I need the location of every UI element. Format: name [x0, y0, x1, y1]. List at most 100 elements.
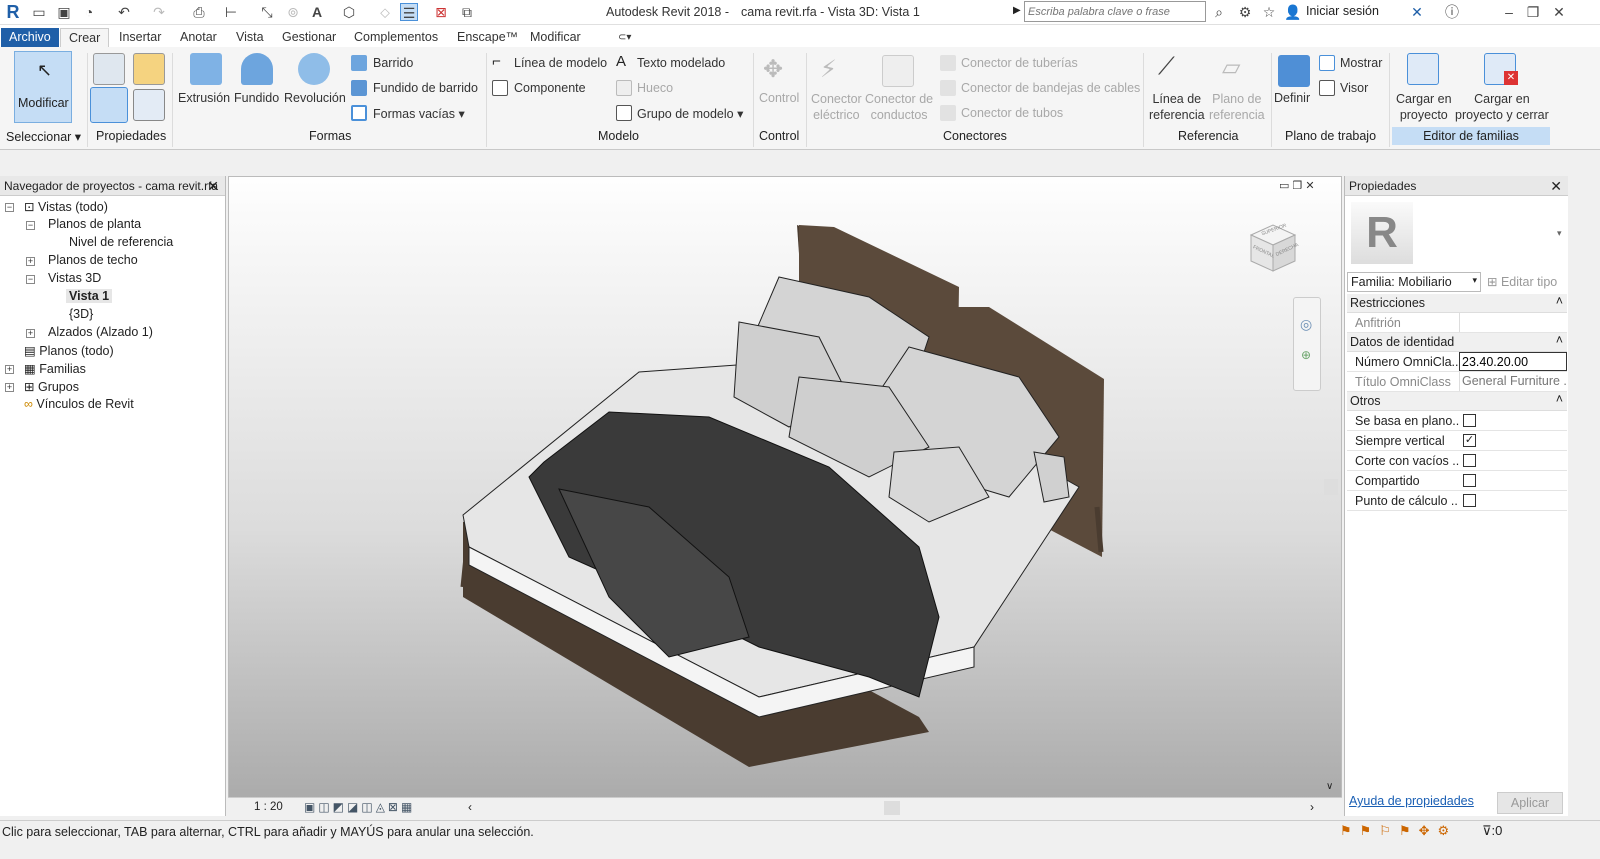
prop-omniclass-title[interactable]: Título OmniClass General Furniture ... — [1347, 372, 1567, 392]
tree-item-groups[interactable]: ⊞ Grupos — [24, 379, 79, 394]
exchange-icon[interactable]: ✕ — [1408, 3, 1426, 21]
tab-addins[interactable]: Complementos — [346, 28, 446, 47]
collapse-icon[interactable]: − — [26, 221, 35, 230]
expand-icon[interactable]: + — [26, 257, 35, 266]
scrollbar-thumb[interactable] — [1324, 479, 1338, 495]
tree-item-3d-views[interactable]: Vistas 3D — [48, 271, 101, 285]
save-icon[interactable]: ▣ — [55, 3, 73, 21]
navigation-bar[interactable]: ◎ ⊕ — [1293, 297, 1321, 391]
show-button[interactable]: Mostrar — [1340, 56, 1382, 70]
conduit-connector-button[interactable]: Conector de tubos — [961, 106, 1063, 120]
restore-icon[interactable]: ❐ — [1524, 3, 1542, 21]
properties-help-link[interactable]: Ayuda de propiedades — [1349, 794, 1474, 808]
type-properties-icon[interactable] — [133, 89, 165, 121]
revit-logo-icon[interactable]: R — [4, 3, 22, 21]
tab-create[interactable]: Crear — [60, 28, 110, 47]
prop-calculation-point[interactable]: Punto de cálculo ... — [1347, 491, 1567, 511]
selection-toggle-icons[interactable]: ⚑⚑⚐⚑✥⚙ — [1340, 823, 1457, 839]
show-icon[interactable] — [1319, 55, 1335, 71]
close-icon[interactable]: ✕ — [1550, 176, 1562, 196]
3d-view-icon[interactable]: ⬡ — [340, 3, 358, 21]
tray-connector-button[interactable]: Conector de bandejas de cables — [961, 81, 1140, 95]
prop-always-vertical[interactable]: Siempre vertical ✓ — [1347, 431, 1567, 451]
scale-label[interactable]: 1 : 20 — [254, 801, 283, 813]
signin-link[interactable]: Iniciar sesión — [1306, 4, 1379, 18]
control-icon[interactable]: ✥ — [763, 55, 783, 84]
undo-icon[interactable]: ↶ — [115, 3, 133, 21]
close-hidden-icon[interactable]: ⊠ — [432, 3, 450, 21]
tree-item-ceiling-plans[interactable]: Planos de techo — [48, 253, 138, 267]
scroll-down-icon[interactable]: ∨ — [1326, 781, 1333, 792]
scroll-right-icon[interactable]: › — [1310, 800, 1314, 814]
model-text-icon[interactable]: A — [616, 53, 626, 70]
tab-modify[interactable]: Modificar — [522, 28, 589, 47]
open-icon[interactable]: ▭ — [30, 3, 48, 21]
edit-type-button[interactable]: ⊞ Editar tipo — [1487, 274, 1557, 289]
reference-plane-button[interactable]: Plano de referencia — [1209, 91, 1265, 123]
h-scrollbar-thumb[interactable] — [884, 801, 900, 815]
tree-item-ref-level[interactable]: Nivel de referencia — [69, 235, 173, 249]
tree-item-3d[interactable]: {3D} — [69, 307, 93, 321]
family-types-icon[interactable] — [93, 53, 125, 85]
help-icon[interactable]: ⓘ — [1443, 3, 1461, 21]
sweep-icon[interactable] — [351, 55, 367, 71]
extrusion-button[interactable]: Extrusión — [178, 91, 230, 105]
reference-plane-icon[interactable]: ▱ — [1222, 53, 1240, 82]
tree-item-view-1[interactable]: Vista 1 — [66, 289, 113, 303]
set-workplane-icon[interactable] — [1278, 55, 1310, 87]
load-and-close-button[interactable]: Cargar en proyecto y cerrar — [1455, 91, 1549, 123]
minimize-icon[interactable]: – — [1500, 3, 1518, 21]
subscription-icon[interactable]: ⚙ — [1236, 3, 1254, 21]
opening-button[interactable]: Hueco — [637, 81, 673, 95]
prop-omniclass-number[interactable]: Número OmniCla... 23.40.20.00 — [1347, 352, 1567, 372]
tab-file[interactable]: Archivo — [1, 28, 59, 47]
swept-blend-icon[interactable] — [351, 80, 367, 96]
conduit-connector-icon[interactable] — [940, 105, 956, 121]
revolve-button[interactable]: Revolución — [284, 91, 346, 105]
extrusion-icon[interactable] — [190, 53, 222, 85]
viewer-icon[interactable] — [1319, 80, 1335, 96]
load-into-project-icon[interactable] — [1407, 53, 1439, 85]
expand-icon[interactable]: + — [5, 383, 14, 392]
user-icon[interactable]: 👤 — [1284, 3, 1302, 21]
scroll-left-icon[interactable]: ‹ — [468, 800, 472, 814]
redo-icon[interactable]: ↷ — [150, 3, 168, 21]
search-expand-icon[interactable]: ▶ — [1013, 5, 1021, 16]
bed-model[interactable] — [229, 177, 1341, 797]
duct-connector-button[interactable]: Conector de conductos — [865, 91, 933, 123]
switch-windows-icon[interactable]: ⧉ — [458, 3, 476, 21]
void-forms-icon[interactable] — [351, 105, 367, 121]
collapse-icon[interactable]: − — [26, 275, 35, 284]
electrical-connector-icon[interactable]: ⚡ — [820, 55, 837, 84]
tray-connector-icon[interactable] — [940, 80, 956, 96]
prop-cut-with-voids[interactable]: Corte con vacíos ... — [1347, 451, 1567, 471]
tree-item-revit-links[interactable]: ∞ Vínculos de Revit — [24, 397, 134, 411]
void-forms-button[interactable]: Formas vacías ▾ — [373, 106, 465, 121]
electrical-connector-button[interactable]: Conector eléctrico — [811, 91, 862, 123]
tab-view[interactable]: Vista — [228, 28, 272, 47]
load-into-project-button[interactable]: Cargar en proyecto — [1396, 91, 1452, 123]
viewcube[interactable]: SUPERIOR FRONTAL DERECHA — [1245, 221, 1301, 279]
close-window-icon[interactable]: ✕ — [1550, 3, 1568, 21]
duct-connector-icon[interactable] — [882, 55, 914, 87]
sync-icon[interactable]: ◔ — [80, 3, 98, 21]
revolve-icon[interactable] — [298, 53, 330, 85]
prop-shared[interactable]: Compartido — [1347, 471, 1567, 491]
checkbox[interactable] — [1463, 414, 1476, 427]
view-display-icons[interactable]: ▣◫◩◪◫◬⊠▦ — [304, 800, 415, 814]
favorites-icon[interactable]: ☆ — [1260, 3, 1278, 21]
family-category-icon[interactable] — [133, 53, 165, 85]
reference-line-icon[interactable]: ⟋ — [1158, 53, 1175, 81]
reference-line-button[interactable]: Línea de referencia — [1149, 91, 1205, 123]
control-button[interactable]: Control — [759, 91, 799, 105]
tree-item-views[interactable]: ⊡ Vistas (todo) — [24, 199, 108, 214]
component-icon[interactable] — [492, 80, 508, 96]
zoom-icon[interactable]: ⊕ — [1301, 348, 1311, 362]
prop-work-plane-based[interactable]: Se basa en plano... — [1347, 411, 1567, 431]
group-identity[interactable]: Datos de identidad ˄ — [1347, 333, 1567, 352]
panel-select[interactable]: Seleccionar ▾ — [6, 129, 81, 144]
tree-item-families[interactable]: ▦ Familias — [24, 361, 86, 376]
section-icon[interactable]: ⬦ — [376, 3, 394, 21]
panel-toggle-icon[interactable]: ⊂▾ — [610, 28, 639, 47]
checkbox[interactable] — [1463, 454, 1476, 467]
